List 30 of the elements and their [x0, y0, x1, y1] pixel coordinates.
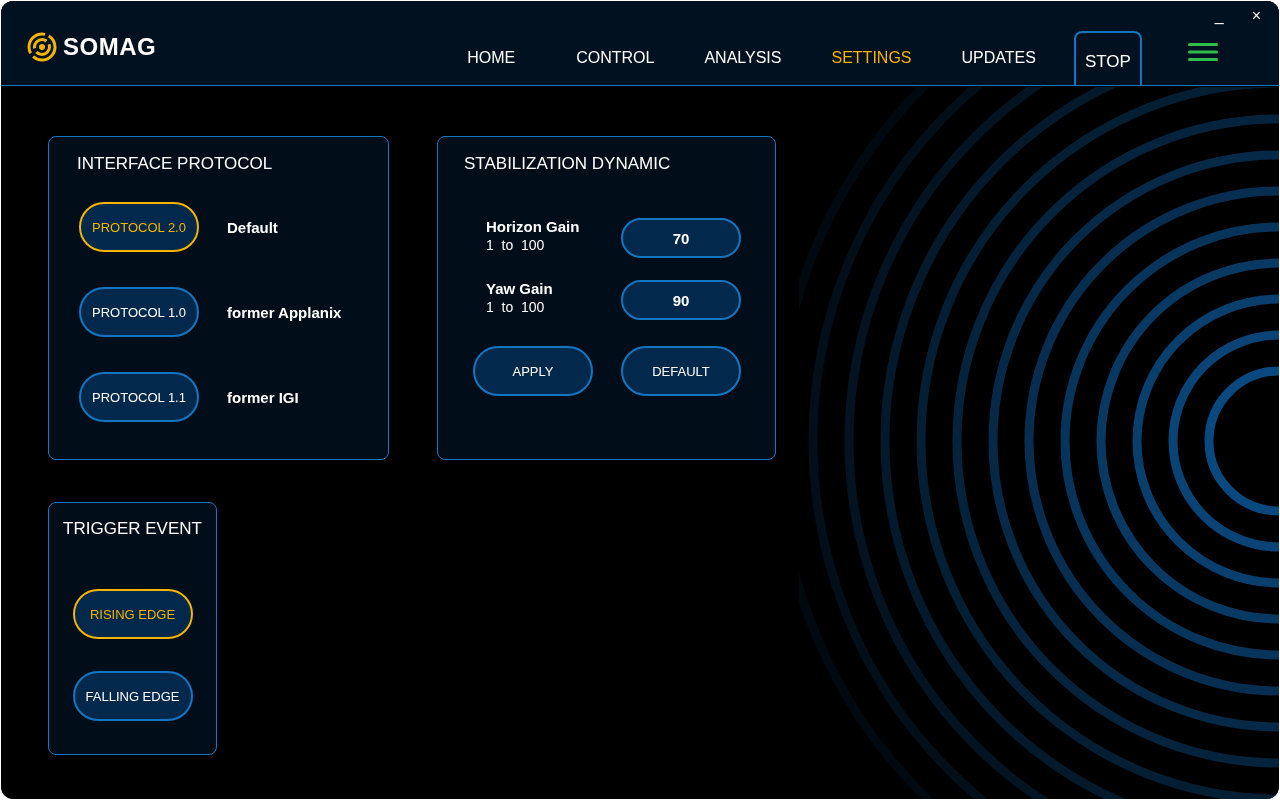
range-hint: 1 to 100 [486, 299, 546, 315]
range-hint: 1 to 100 [486, 237, 546, 253]
close-button[interactable]: × [1247, 7, 1265, 25]
field-label: Yaw Gain [486, 280, 554, 297]
panel-title: INTERFACE PROTOCOL [77, 154, 274, 174]
protocol-button[interactable]: PROTOCOL 1.1 [79, 372, 199, 422]
nav-tab[interactable]: HOME [456, 49, 527, 67]
default-button[interactable]: DEFAULT [621, 346, 741, 396]
protocol-note: Default [227, 218, 278, 236]
menu-icon[interactable] [1187, 42, 1218, 62]
protocol-button[interactable]: PROTOCOL 1.0 [79, 287, 199, 337]
gain-input-field[interactable]: 90 [621, 280, 741, 320]
protocol-button[interactable]: PROTOCOL 2.0 [79, 202, 199, 252]
apply-button[interactable]: APPLY [473, 346, 593, 396]
nav-tab[interactable]: ANALYSIS [704, 49, 782, 67]
protocol-note: former Applanix [227, 303, 342, 321]
nav-tab[interactable]: CONTROL [576, 49, 655, 67]
minimize-button[interactable]: _ [1210, 7, 1228, 25]
nav-tab[interactable]: SETTINGS [831, 49, 912, 67]
logo-text: SOMAG [63, 33, 157, 61]
gain-input-field[interactable]: 70 [621, 218, 741, 258]
protocol-note: former IGI [227, 388, 299, 406]
stop-button[interactable]: STOP [1073, 31, 1142, 85]
nav-tab[interactable]: UPDATES [961, 49, 1036, 67]
trigger-button[interactable]: RISING EDGE [72, 589, 193, 639]
trigger-button[interactable]: FALLING EDGE [72, 671, 193, 721]
target-logo-icon [27, 32, 57, 62]
field-label: Horizon Gain [486, 218, 581, 235]
panel-title: STABILIZATION DYNAMIC [464, 154, 672, 174]
panel-title: TRIGGER EVENT [63, 519, 202, 539]
